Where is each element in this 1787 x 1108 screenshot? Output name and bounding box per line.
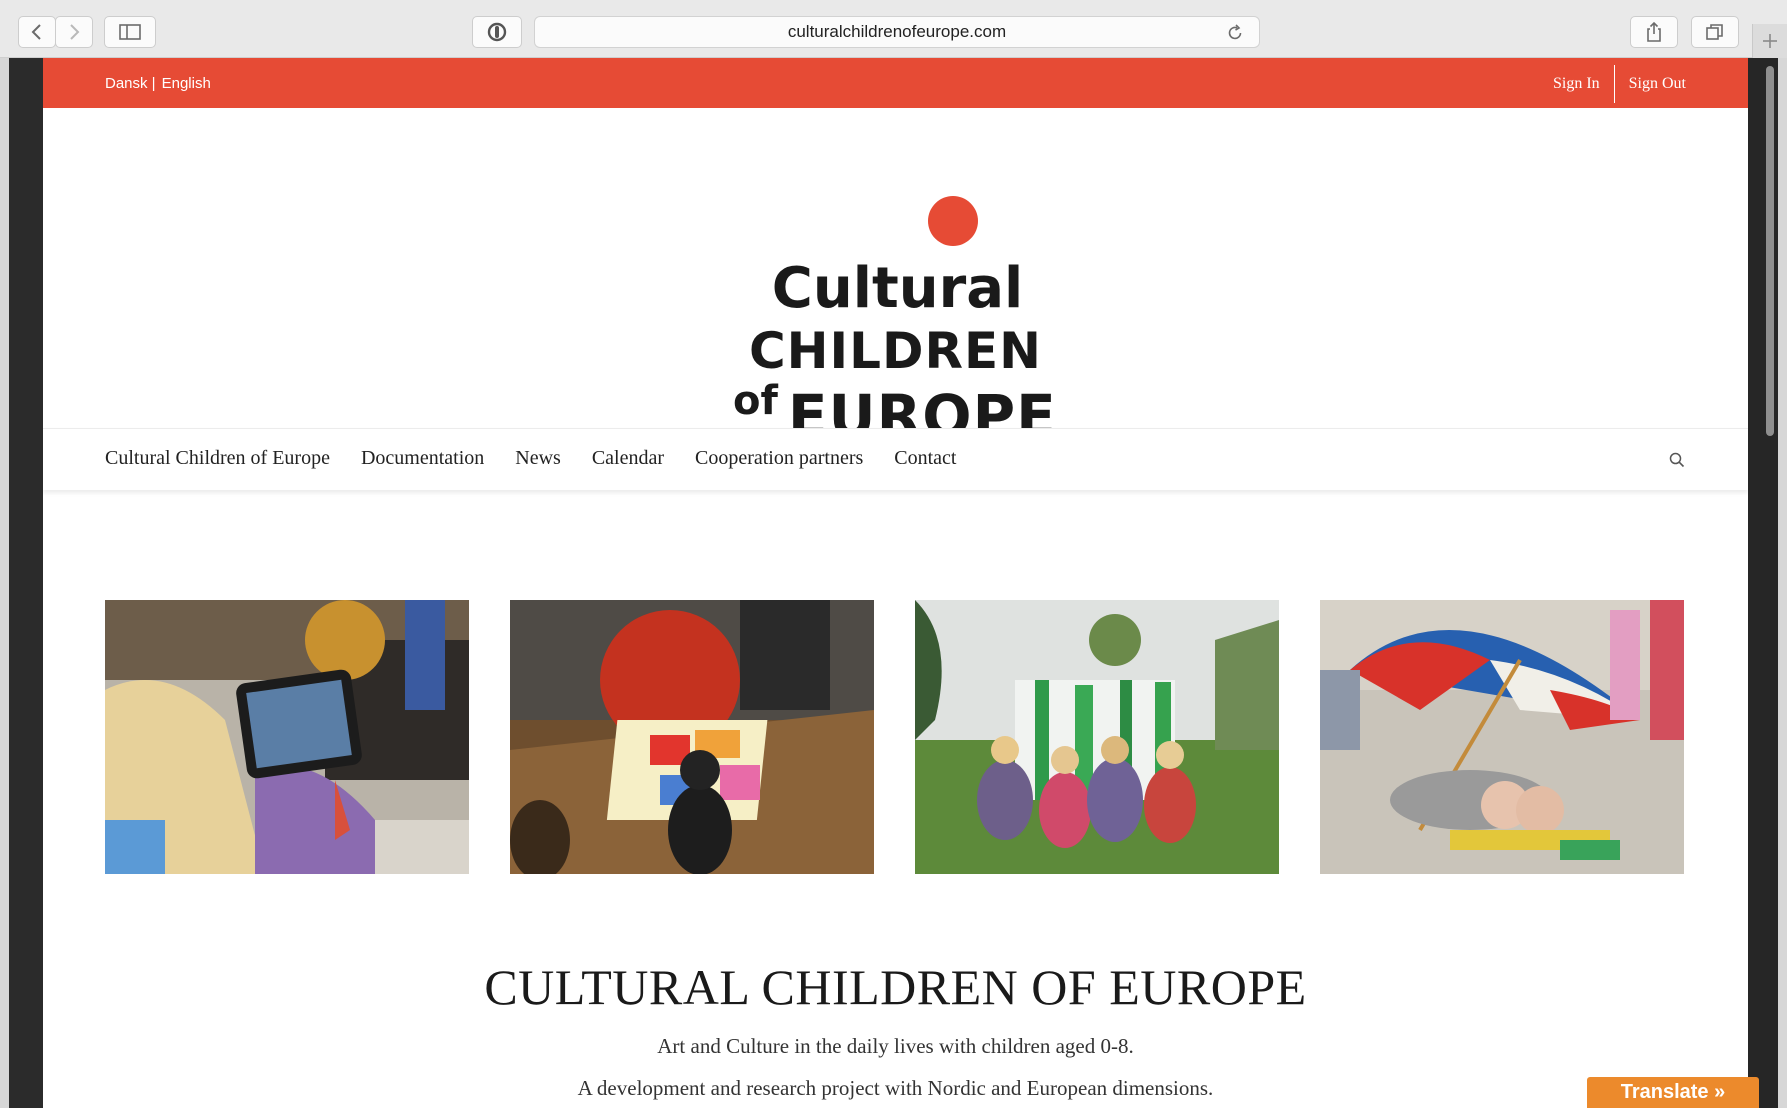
- search-icon[interactable]: [1668, 451, 1686, 469]
- tabs-icon: [1706, 24, 1723, 40]
- privacy-button[interactable]: [472, 16, 522, 48]
- forward-icon: [70, 24, 80, 40]
- sidebar-button[interactable]: [104, 16, 156, 48]
- logo-line-cultural: Cultural: [771, 256, 1024, 321]
- lang-dansk-link[interactable]: Dansk |: [105, 75, 156, 92]
- nav-item-documentation[interactable]: Documentation: [361, 447, 484, 470]
- lang-english-link[interactable]: English: [162, 75, 211, 92]
- sidebar-icon: [119, 24, 141, 40]
- reload-icon[interactable]: [1225, 23, 1245, 43]
- nav-item-cultural-children-of-europe[interactable]: Cultural Children of Europe: [105, 447, 330, 470]
- window-left-edge: [0, 58, 9, 1108]
- top-bar: Dansk | English Sign In Sign Out: [43, 58, 1748, 108]
- gallery-photo-umbrella[interactable]: [1320, 600, 1684, 874]
- share-icon: [1647, 21, 1661, 42]
- scrollbar-thumb[interactable]: [1766, 66, 1774, 436]
- logo-of: of: [733, 378, 778, 424]
- share-button[interactable]: [1630, 16, 1678, 48]
- new-tab-button[interactable]: [1752, 24, 1787, 58]
- gallery-photo-tablet[interactable]: [105, 600, 469, 874]
- address-bar[interactable]: culturalchildrenofeurope.com: [534, 16, 1260, 48]
- photo-gallery: [105, 600, 1684, 874]
- back-icon: [31, 24, 41, 40]
- sign-in-link[interactable]: Sign In: [1553, 75, 1600, 93]
- main-nav: Cultural Children of Europe Documentatio…: [43, 428, 1748, 490]
- logo-dot: [928, 196, 978, 246]
- hero-subtitle-2: A development and research project with …: [577, 1076, 1214, 1100]
- gallery-photo-light-table[interactable]: [510, 600, 874, 874]
- nav-item-news[interactable]: News: [515, 447, 561, 470]
- hero-title: CULTURAL CHILDREN OF EUROPE: [484, 959, 1307, 1015]
- nav-item-contact[interactable]: Contact: [894, 447, 956, 470]
- logo-line-children: CHILDREN: [748, 322, 1042, 380]
- hero-subtitle-1: Art and Culture in the daily lives with …: [657, 1034, 1134, 1058]
- back-button[interactable]: [18, 16, 56, 48]
- auth-links: Sign In Sign Out: [1553, 65, 1686, 103]
- gallery-photo-garden[interactable]: [915, 600, 1279, 874]
- url-text: culturalchildrenofeurope.com: [787, 22, 1007, 41]
- browser-toolbar: culturalchildrenofeurope.com: [0, 0, 1787, 58]
- translate-button[interactable]: Translate »: [1587, 1077, 1759, 1108]
- nav-item-cooperation-partners[interactable]: Cooperation partners: [695, 447, 863, 470]
- nav-menu: Cultural Children of Europe Documentatio…: [105, 447, 957, 470]
- tabs-button[interactable]: [1691, 16, 1739, 48]
- forward-button[interactable]: [55, 16, 93, 48]
- web-page: Dansk | English Sign In Sign Out Cultura…: [43, 58, 1748, 1108]
- window-right-edge: [1778, 58, 1787, 1108]
- plus-icon: [1763, 34, 1777, 48]
- auth-divider: [1613, 65, 1615, 103]
- sign-out-link[interactable]: Sign Out: [1629, 75, 1686, 93]
- language-switcher: Dansk | English: [105, 75, 211, 92]
- nav-item-calendar[interactable]: Calendar: [592, 447, 664, 470]
- shield-icon: [487, 22, 507, 42]
